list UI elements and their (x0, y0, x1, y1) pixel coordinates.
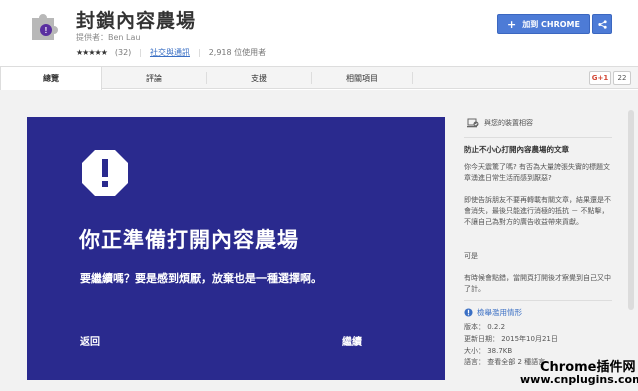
screenshot-title: 你正準備打開內容農場 (79, 228, 299, 252)
sidebar-scrollbar[interactable] (628, 110, 634, 310)
description-title: 防止不小心打開內容農場的文章 (464, 145, 569, 154)
description-paragraph: 即使告訴朋友不要再轉載有關文章，結果還是不會消失，最後只能進行消極的抵抗 － 不… (464, 196, 611, 226)
tab-support[interactable]: 支援 (207, 67, 311, 89)
plus-icon: + (507, 17, 517, 31)
add-to-chrome-button[interactable]: + 加到 CHROME (497, 14, 590, 34)
google-plus-count: 22 (613, 71, 631, 85)
screenshot-continue-label: 繼續 (342, 337, 362, 348)
rating-count[interactable]: (32) (115, 48, 131, 57)
device-check-icon (467, 118, 479, 128)
puzzle-extension-icon: ! (32, 14, 58, 40)
languages-info[interactable]: 語言： 查看全部 2 種語言 (464, 357, 545, 367)
compatibility-notice: 與您的裝置相容 (467, 118, 533, 128)
detail-tabs: 總覽 評論 支援 相關項目 G+1 22 (0, 66, 638, 90)
extension-meta: ★★★★★ (32) | 社交與通訊 | 2,918 位使用者 (76, 47, 266, 58)
tab-related[interactable]: 相關項目 (312, 67, 412, 89)
description-paragraph: 可是 (464, 252, 478, 260)
provider-label: 提供者：Ben Lau (76, 33, 141, 42)
report-abuse-link[interactable]: 檢舉濫用情形 (464, 307, 522, 318)
sidebar-divider (464, 137, 612, 138)
screenshot-subtitle: 要繼續嗎？要是感到煩厭，放棄也是一種選擇啊。 (80, 272, 322, 285)
tab-separator (412, 72, 413, 84)
size-info: 大小： 38.7KB (464, 347, 513, 355)
meta-separator: | (197, 48, 201, 57)
warning-octagon-icon (82, 150, 128, 196)
chrome-web-store-page: ! 封鎖內容農場 提供者：Ben Lau ★★★★★ (32) | 社交與通訊 … (0, 0, 638, 391)
add-button-label: 加到 CHROME (522, 19, 580, 29)
description-paragraph: 你今天震驚了嗎? 有否為大量誇張失實的標題文章湧進日常生活而感到厭惡? (464, 163, 610, 182)
version-info: 版本： 0.2.2 (464, 323, 506, 331)
watermark-url: www.cnplugins.com (520, 373, 638, 386)
meta-separator: | (139, 48, 142, 57)
share-button[interactable] (592, 14, 612, 34)
tab-reviews[interactable]: 評論 (102, 67, 206, 89)
google-plus-button[interactable]: G+1 (589, 71, 611, 85)
rating-stars[interactable]: ★★★★★ (76, 48, 108, 57)
report-abuse-label: 檢舉濫用情形 (477, 308, 522, 317)
extension-header: ! 封鎖內容農場 提供者：Ben Lau ★★★★★ (32) | 社交與通訊 … (0, 0, 638, 66)
user-count: 2,918 位使用者 (208, 48, 267, 57)
screenshot-back-label: 返回 (80, 337, 100, 348)
category-link[interactable]: 社交與通訊 (150, 47, 190, 58)
warning-icon (464, 308, 473, 317)
svg-text:!: ! (45, 26, 48, 35)
updated-info: 更新日期： 2015年10月21日 (464, 335, 558, 343)
description-paragraph: 有時候會點錯，當開頁打開後才察覺到自己又中了計。 (464, 274, 611, 293)
sidebar-divider (464, 300, 612, 301)
extension-title: 封鎖內容農場 (76, 10, 197, 32)
share-icon (597, 19, 607, 29)
compat-label: 與您的裝置相容 (484, 119, 533, 127)
tab-overview[interactable]: 總覽 (0, 67, 102, 90)
